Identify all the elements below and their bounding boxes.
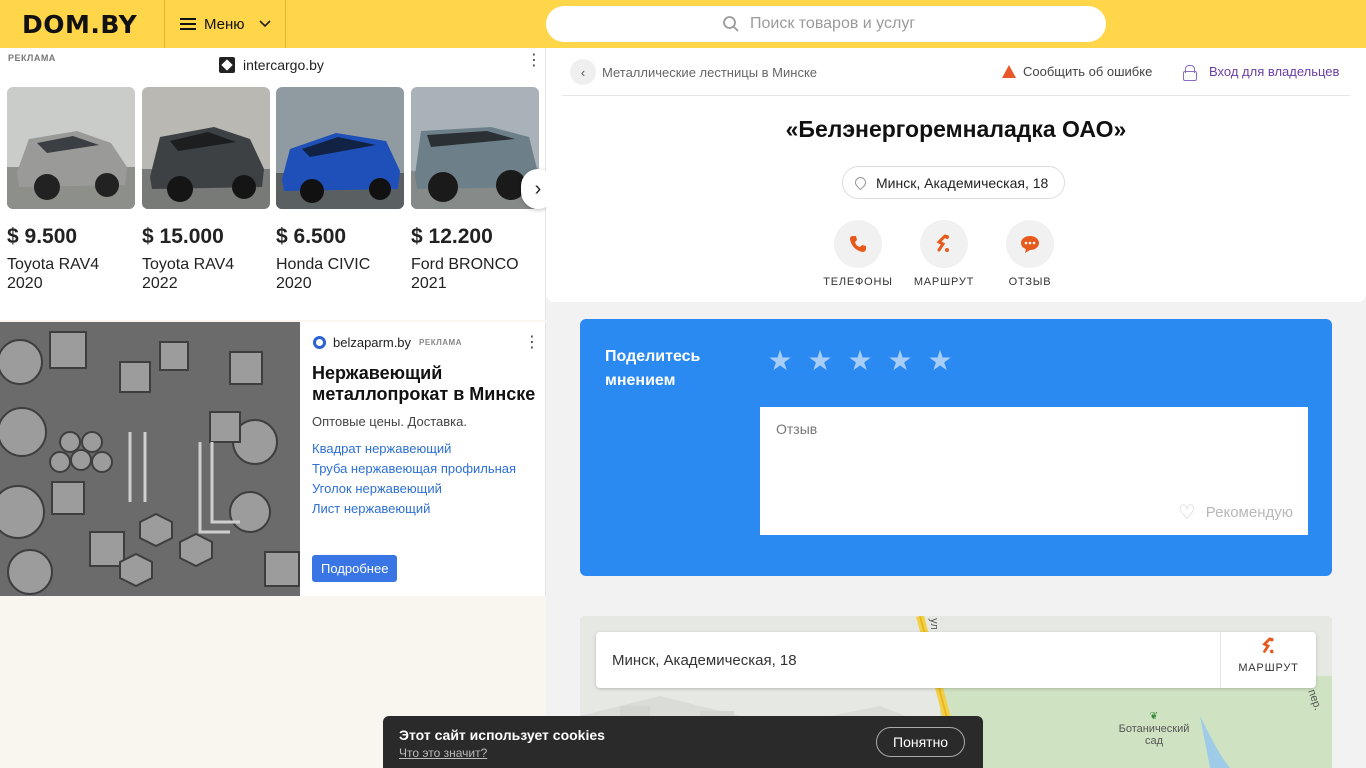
menu-button[interactable]: Меню bbox=[164, 0, 286, 48]
ad-label: РЕКЛАМА bbox=[8, 53, 56, 63]
car-ad-block[interactable]: РЕКЛАМА intercargo.by ⋮ $ 9.500 Toyota R… bbox=[0, 48, 555, 320]
recommend-toggle[interactable]: ♡ Рекомендую bbox=[1178, 500, 1293, 525]
ad-link[interactable]: Квадрат нержавеющий bbox=[312, 439, 516, 459]
phones-label: ТЕЛЕФОНЫ bbox=[823, 276, 893, 288]
star-icon[interactable]: ★ bbox=[767, 347, 793, 375]
ad-link[interactable]: Труба нержавеющая профильная bbox=[312, 459, 516, 479]
menu-label: Меню bbox=[204, 15, 245, 33]
search-input[interactable] bbox=[740, 15, 1040, 33]
star-rating: ★ ★ ★ ★ ★ bbox=[767, 347, 967, 375]
review-box: ♡ Рекомендую bbox=[760, 407, 1308, 535]
address-text: Минск, Академическая, 18 bbox=[876, 174, 1049, 191]
car-card[interactable]: $ 9.500 Toyota RAV4 2020 bbox=[7, 87, 135, 293]
car-price: $ 15.000 bbox=[142, 225, 224, 248]
map-route-button[interactable]: МАРШРУТ bbox=[1220, 632, 1316, 688]
chevron-right-icon: › bbox=[534, 177, 542, 200]
ad-domain-text: belzaparm.by bbox=[333, 335, 412, 350]
divider bbox=[562, 95, 1350, 96]
route-button[interactable]: МАРШРУТ bbox=[899, 220, 989, 288]
owners-login-link[interactable]: Вход для владельцев bbox=[1183, 64, 1340, 81]
map-route-label: МАРШРУТ bbox=[1238, 662, 1299, 674]
route-label: МАРШРУТ bbox=[913, 276, 975, 288]
ad-subtitle: Оптовые цены. Доставка. bbox=[312, 414, 467, 429]
car-carousel: $ 9.500 Toyota RAV4 2020 $ 15.000 Toyota… bbox=[7, 87, 539, 317]
page-title: «Белэнергоремналадка ОАО» bbox=[785, 116, 1127, 142]
metal-ad-block[interactable]: belzaparm.by РЕКЛАМА ⋮ Нержавеющий метал… bbox=[0, 322, 546, 596]
more-options-icon[interactable]: ⋮ bbox=[526, 53, 542, 69]
car-card[interactable]: $ 15.000 Toyota RAV4 2022 bbox=[142, 87, 270, 293]
car-card[interactable]: $ 12.200 Ford BRONCO 2021 bbox=[411, 87, 539, 293]
ad-links: Квадрат нержавеющий Труба нержавеющая пр… bbox=[312, 439, 516, 519]
top-bar: DOM.BY Меню bbox=[0, 0, 1366, 48]
star-icon[interactable]: ★ bbox=[887, 347, 913, 375]
chevron-down-icon bbox=[258, 20, 271, 28]
search-bar[interactable] bbox=[546, 6, 1106, 42]
report-error-label: Сообщить об ошибке bbox=[1023, 64, 1153, 79]
report-error-link[interactable]: Сообщить об ошибке bbox=[1002, 64, 1152, 79]
map-address-panel: Минск, Академическая, 18 МАРШРУТ bbox=[596, 632, 1316, 688]
star-icon[interactable]: ★ bbox=[807, 347, 833, 375]
ad-domain[interactable]: intercargo.by bbox=[219, 57, 324, 73]
route-icon bbox=[1221, 636, 1316, 662]
back-button[interactable]: ‹ bbox=[570, 59, 596, 85]
ad-title[interactable]: Нержавеющий металлопрокат в Минске bbox=[312, 363, 542, 405]
review-form: Поделитесь мнением ★ ★ ★ ★ ★ ♡ Рекоменду… bbox=[580, 319, 1332, 576]
car-name: Honda CIVIC 2020 bbox=[276, 256, 371, 292]
review-textarea[interactable] bbox=[760, 407, 1308, 497]
chat-icon bbox=[1006, 220, 1054, 268]
garden-label: ❦ Ботанический сад bbox=[1114, 711, 1194, 747]
car-name: Toyota RAV4 2020 bbox=[7, 256, 100, 292]
review-button[interactable]: ОТЗЫВ bbox=[985, 220, 1075, 288]
more-options-icon[interactable]: ⋮ bbox=[524, 335, 540, 351]
site-logo[interactable]: DOM.BY bbox=[22, 10, 137, 39]
ad-link[interactable]: Уголок нержавеющий bbox=[312, 479, 516, 499]
car-photo bbox=[142, 87, 270, 209]
review-label: ОТЗЫВ bbox=[1008, 276, 1052, 288]
phones-button[interactable]: ТЕЛЕФОНЫ bbox=[813, 220, 903, 288]
heart-icon: ♡ bbox=[1177, 502, 1196, 524]
intercargo-logo-icon bbox=[219, 57, 235, 73]
car-price: $ 9.500 bbox=[7, 225, 78, 248]
left-ad-column: РЕКЛАМА intercargo.by ⋮ $ 9.500 Toyota R… bbox=[0, 48, 555, 768]
street-label: ул bbox=[927, 618, 940, 630]
car-photo bbox=[7, 87, 135, 209]
company-card: ‹ Металлические лестницы в Минске Сообщи… bbox=[546, 48, 1366, 302]
owners-login-label: Вход для владельцев bbox=[1209, 64, 1340, 79]
car-photo bbox=[411, 87, 539, 209]
breadcrumb[interactable]: Металлические лестницы в Минске bbox=[602, 65, 817, 80]
car-card[interactable]: $ 6.500 Honda CIVIC 2020 bbox=[276, 87, 404, 293]
ad-domain-text: intercargo.by bbox=[243, 57, 324, 73]
search-icon bbox=[723, 16, 739, 32]
star-icon[interactable]: ★ bbox=[847, 347, 873, 375]
car-photo bbox=[276, 87, 404, 209]
metal-pipes-image bbox=[0, 322, 300, 596]
cookie-banner: Этот сайт использует cookies Что это зна… bbox=[383, 716, 983, 768]
location-pin-icon bbox=[852, 174, 869, 191]
cookie-accept-button[interactable]: Понятно bbox=[876, 727, 966, 757]
hamburger-icon bbox=[180, 18, 196, 30]
star-icon[interactable]: ★ bbox=[927, 347, 953, 375]
route-icon bbox=[920, 220, 968, 268]
address-pill[interactable]: Минск, Академическая, 18 bbox=[842, 166, 1066, 199]
ad-more-button[interactable]: Подробнее bbox=[312, 555, 398, 582]
car-price: $ 6.500 bbox=[276, 225, 347, 248]
map-address: Минск, Академическая, 18 bbox=[612, 652, 797, 669]
warning-icon bbox=[1002, 65, 1016, 78]
garden-icon: ❦ bbox=[1149, 711, 1159, 722]
car-price: $ 12.200 bbox=[411, 225, 493, 248]
ad-label: РЕКЛАМА bbox=[419, 338, 462, 347]
cookie-title: Этот сайт использует cookies bbox=[399, 727, 605, 743]
lock-icon bbox=[1183, 65, 1197, 81]
car-name: Ford BRONCO 2021 bbox=[411, 256, 519, 292]
car-name: Toyota RAV4 2022 bbox=[142, 256, 235, 292]
ad-link[interactable]: Лист нержавеющий bbox=[312, 499, 516, 519]
ad-domain[interactable]: belzaparm.by РЕКЛАМА bbox=[313, 335, 462, 350]
belzaparm-logo-icon bbox=[313, 336, 326, 349]
chevron-left-icon: ‹ bbox=[580, 64, 586, 80]
phone-icon bbox=[834, 220, 882, 268]
cookie-info-link[interactable]: Что это значит? bbox=[399, 746, 487, 760]
review-title: Поделитесь мнением bbox=[605, 348, 701, 389]
recommend-label: Рекомендую bbox=[1205, 504, 1293, 521]
